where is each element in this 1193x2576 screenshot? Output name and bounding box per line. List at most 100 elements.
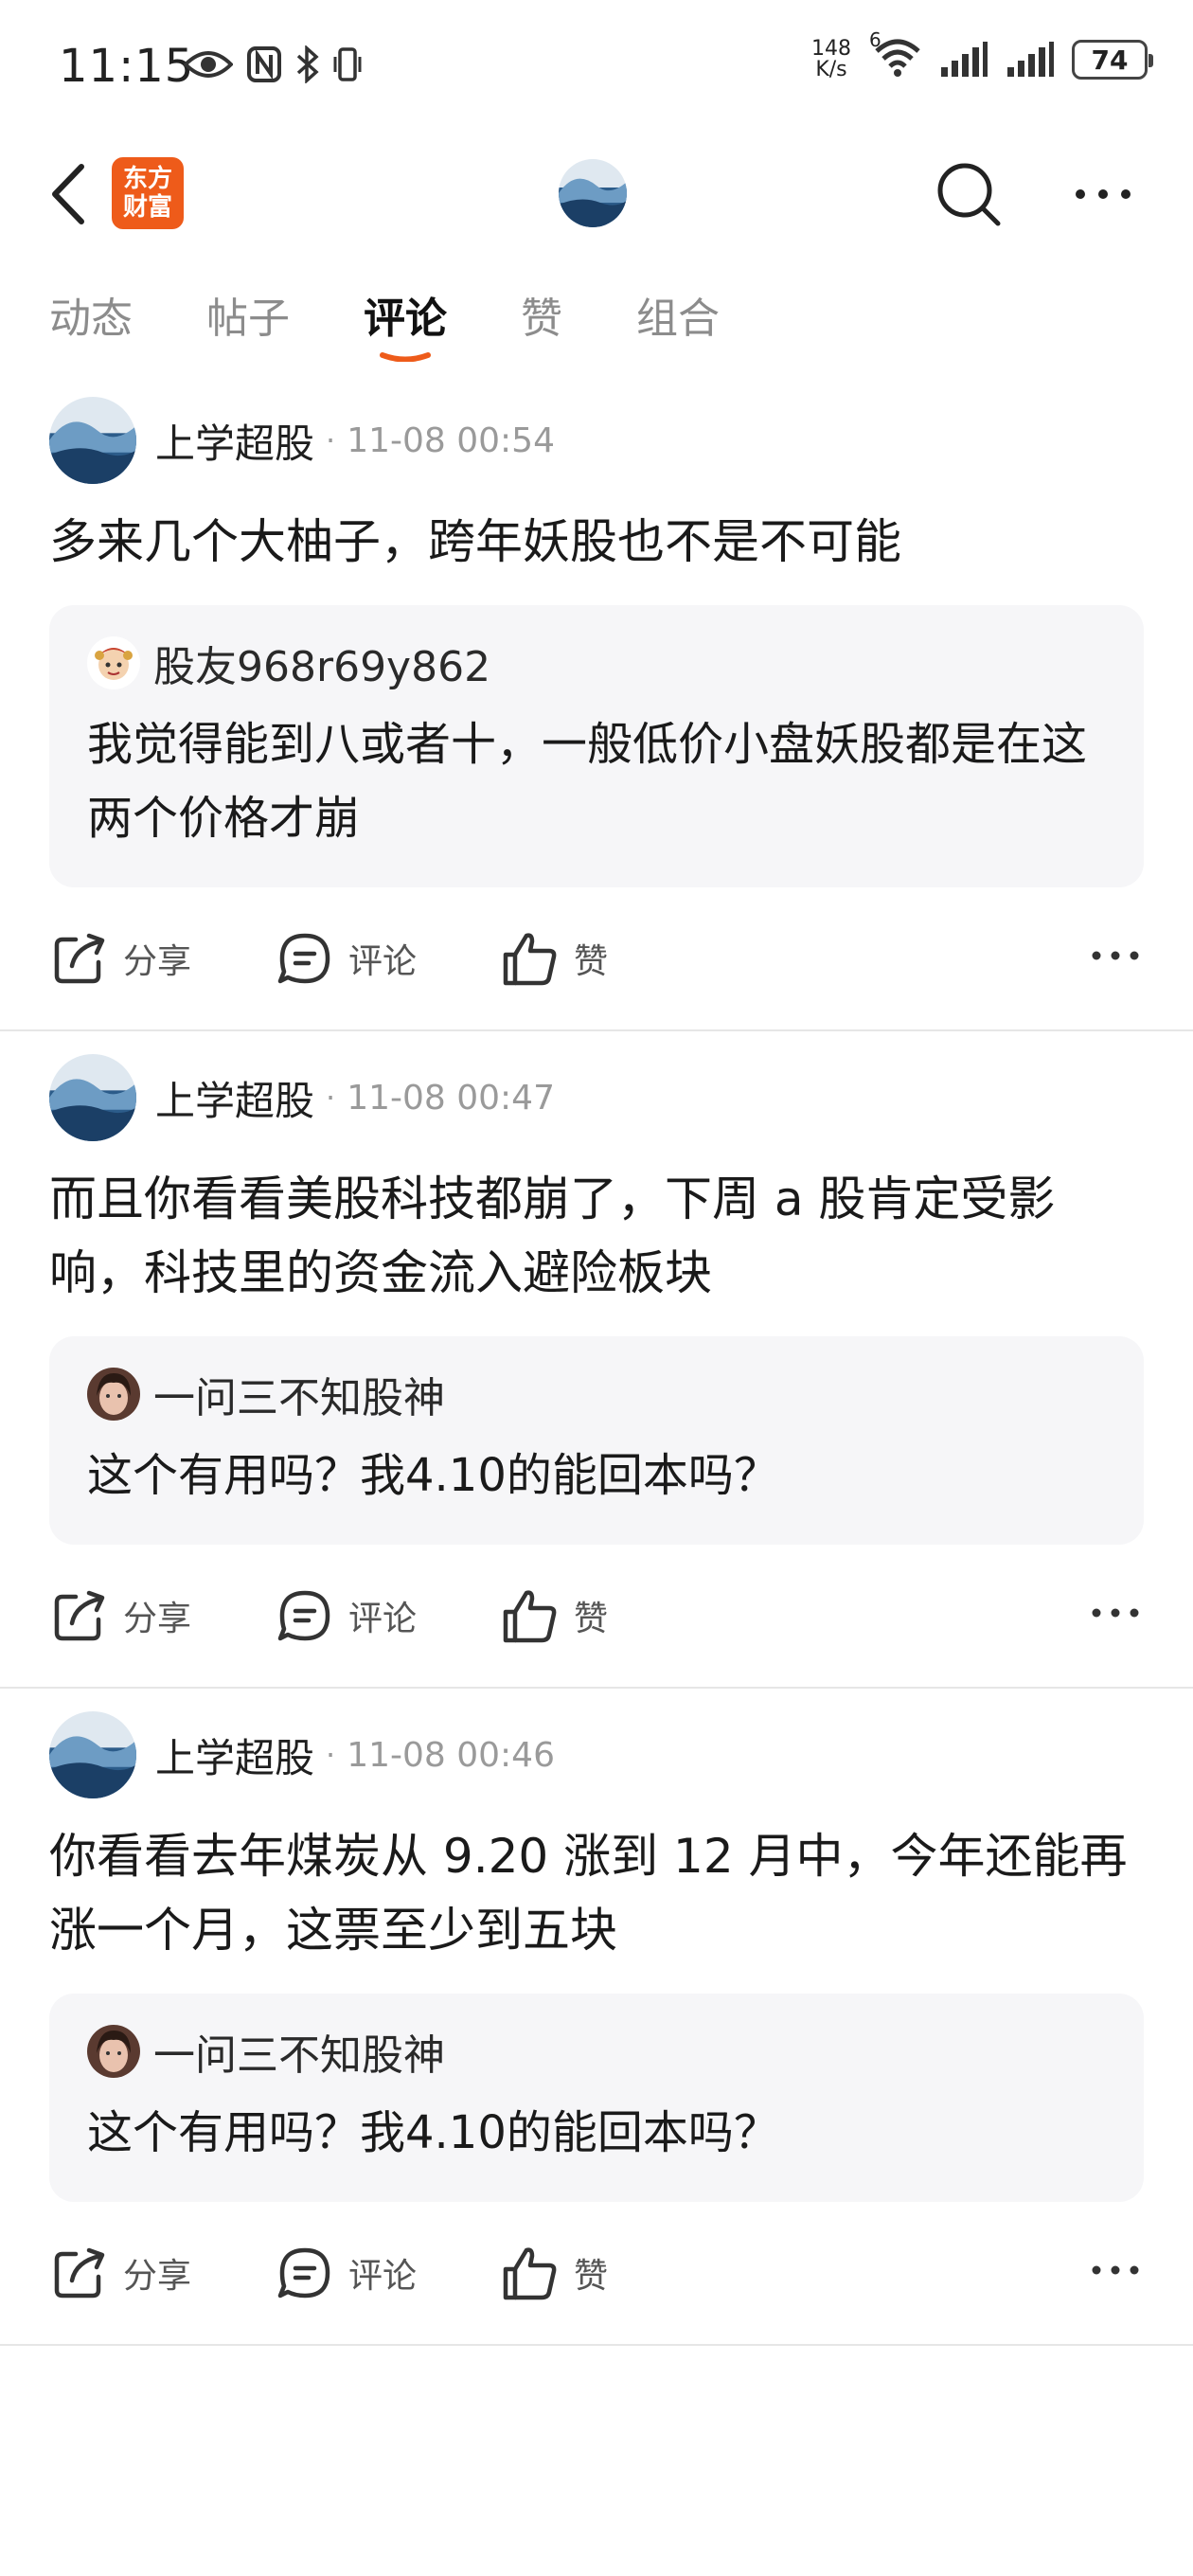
thumbs-up-icon [503, 2247, 557, 2300]
search-button[interactable] [935, 161, 1002, 227]
wave-avatar-icon [49, 397, 136, 484]
quoted-reply[interactable]: 股友968r69y862 我觉得能到八或者十，一般低价小盘妖股都是在这两个价格才… [49, 605, 1144, 887]
share-button[interactable]: 分享 [49, 2243, 191, 2303]
comment-item: 上学超股 · 11-08 00:54 多来几个大柚子，跨年妖股也不是不可能 股友… [0, 384, 1193, 1031]
net-speed-unit: K/s [815, 58, 847, 81]
comment-label: 评论 [348, 1600, 418, 1638]
wave-avatar-icon [49, 1711, 136, 1798]
comment-text[interactable]: 你看看去年煤炭从 9.20 涨到 12 月中，今年还能再涨一个月，这票至少到五块 [49, 1819, 1144, 1967]
comment-feed: 上学超股 · 11-08 00:54 多来几个大柚子，跨年妖股也不是不可能 股友… [0, 384, 1193, 2346]
comment-time: 11-08 00:47 [347, 1078, 555, 1118]
quoted-user-avatar [87, 2025, 140, 2078]
tab-comments[interactable]: 评论 [364, 284, 447, 362]
action-bar: 分享 评论 赞 [49, 1545, 1144, 1687]
thumbs-up-icon [503, 1590, 557, 1643]
author-name[interactable]: 上学超股 [155, 1726, 314, 1784]
bluetooth-icon [296, 45, 319, 83]
like-label: 赞 [574, 2257, 609, 2296]
vibrate-icon [333, 47, 362, 81]
person-photo-avatar-icon [87, 2025, 140, 2078]
author-avatar[interactable] [49, 397, 136, 484]
like-button[interactable]: 赞 [500, 2243, 608, 2303]
eye-icon [184, 51, 233, 78]
status-time: 11:15 [59, 40, 195, 93]
logo-line2: 财富 [122, 193, 172, 222]
wifi-indicator: 6 [869, 28, 922, 81]
author-name[interactable]: 上学超股 [155, 1069, 314, 1127]
quoted-user-name: 一问三不知股神 [153, 2031, 445, 2080]
comment-item: 上学超股 · 11-08 00:46 你看看去年煤炭从 9.20 涨到 12 月… [0, 1698, 1193, 2346]
author-avatar[interactable] [49, 1054, 136, 1141]
comment-text[interactable]: 而且你看看美股科技都崩了，下周 a 股肯定受影响，科技里的资金流入避险板块 [49, 1162, 1144, 1310]
comment-header: 上学超股 · 11-08 00:47 [49, 1041, 1144, 1154]
tab-likes[interactable]: 赞 [521, 284, 562, 345]
person-photo-avatar-icon [87, 1368, 140, 1421]
comment-more-button[interactable] [1087, 1594, 1144, 1632]
tab-portfolio[interactable]: 组合 [636, 284, 720, 345]
tab-posts[interactable]: 帖子 [206, 284, 290, 345]
quoted-user-name: 股友968r69y862 [153, 643, 491, 691]
share-button[interactable]: 分享 [49, 1585, 191, 1646]
comment-button[interactable]: 评论 [275, 928, 417, 989]
back-button[interactable] [45, 161, 93, 227]
battery-indicator: 74 [1072, 40, 1153, 80]
quoted-user-name: 一问三不知股神 [153, 1374, 445, 1422]
more-horizontal-icon [1076, 189, 1131, 199]
action-bar: 分享 评论 赞 [49, 2202, 1144, 2344]
quoted-text: 我觉得能到八或者十，一般低价小盘妖股都是在这两个价格才崩 [87, 718, 1088, 845]
action-bar: 分享 评论 赞 [49, 887, 1144, 1029]
wave-avatar-icon [559, 159, 627, 227]
comment-more-button[interactable] [1087, 937, 1144, 975]
status-bar: 11:15 148 K/s 6 74 [0, 0, 1193, 133]
thumbs-up-icon [503, 933, 557, 986]
quoted-reply-header: 一问三不知股神 [87, 1365, 1106, 1423]
divider [0, 2344, 1193, 2346]
comment-item: 上学超股 · 11-08 00:47 而且你看看美股科技都崩了，下周 a 股肯定… [0, 1041, 1193, 1689]
tab-activity[interactable]: 动态 [49, 284, 133, 345]
comment-button[interactable]: 评论 [275, 2243, 417, 2303]
more-horizontal-icon [1092, 2265, 1139, 2275]
like-label: 赞 [574, 942, 609, 981]
like-label: 赞 [574, 1600, 609, 1638]
comment-button[interactable]: 评论 [275, 1585, 417, 1646]
signal-icon [1007, 42, 1054, 77]
separator-dot: · [326, 1080, 336, 1116]
comment-header: 上学超股 · 11-08 00:54 [49, 384, 1144, 497]
quoted-text: 这个有用吗？我4.10的能回本吗？ [87, 1449, 779, 1502]
more-button[interactable] [1070, 170, 1136, 218]
comment-icon [277, 1590, 330, 1641]
author-avatar[interactable] [49, 1711, 136, 1798]
comment-more-button[interactable] [1087, 2251, 1144, 2289]
author-name[interactable]: 上学超股 [155, 412, 314, 470]
signal-icon [941, 42, 988, 77]
quoted-reply-header: 股友968r69y862 [87, 634, 1106, 692]
search-icon [937, 163, 1001, 226]
quoted-user-avatar [87, 636, 140, 689]
profile-tabs: 动态 帖子 评论 赞 组合 [49, 284, 793, 362]
share-label: 分享 [123, 942, 192, 981]
comment-text[interactable]: 多来几个大柚子，跨年妖股也不是不可能 [49, 505, 1144, 579]
share-label: 分享 [123, 2257, 192, 2296]
quoted-user-avatar [87, 1368, 140, 1421]
nfc-icon [247, 46, 281, 82]
separator-dot: · [326, 1737, 336, 1773]
net-speed-value: 148 [811, 37, 851, 61]
comment-icon [277, 2247, 330, 2299]
wave-avatar-icon [49, 1054, 136, 1141]
tab-comments-label: 评论 [364, 295, 447, 343]
cartoon-avatar-icon [87, 636, 140, 689]
like-button[interactable]: 赞 [500, 1585, 608, 1646]
wifi-badge: 6 [869, 28, 881, 51]
divider [0, 1687, 1193, 1689]
quoted-reply-header: 一问三不知股神 [87, 2022, 1106, 2081]
app-logo: 东方 财富 [112, 157, 184, 229]
chevron-left-icon [52, 164, 84, 224]
net-speed: 148 K/s [807, 39, 856, 80]
like-button[interactable]: 赞 [500, 928, 608, 989]
user-avatar[interactable] [559, 159, 627, 227]
share-button[interactable]: 分享 [49, 928, 191, 989]
quoted-reply[interactable]: 一问三不知股神 这个有用吗？我4.10的能回本吗？ [49, 1994, 1144, 2202]
more-horizontal-icon [1092, 951, 1139, 960]
comment-time: 11-08 00:54 [347, 420, 555, 460]
quoted-reply[interactable]: 一问三不知股神 这个有用吗？我4.10的能回本吗？ [49, 1336, 1144, 1545]
